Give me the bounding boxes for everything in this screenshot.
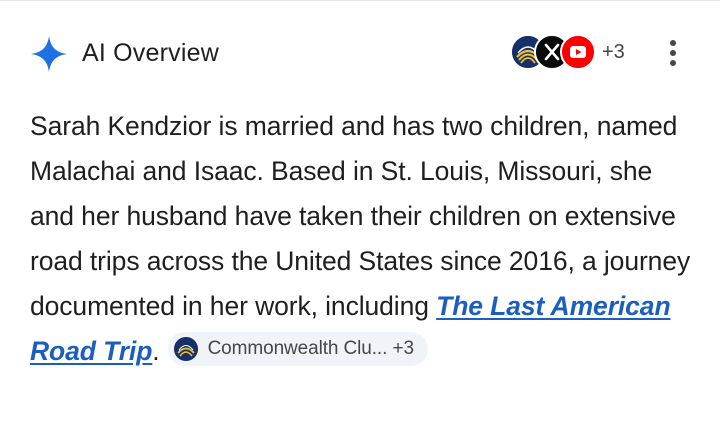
citation-count: +3 [392, 338, 414, 359]
ai-overview-answer: Sarah Kendzior is married and has two ch… [30, 104, 694, 374]
commonwealth-club-logo-icon [173, 337, 198, 361]
youtube-logo-icon[interactable] [560, 34, 596, 70]
ai-overview-header: AI Overview +3 [0, 0, 720, 100]
citation-chip[interactable]: Commonwealth Clu... +3 [167, 332, 428, 366]
answer-text-end: . [152, 336, 160, 366]
more-options-icon[interactable] [660, 36, 686, 70]
citation-label: Commonwealth Clu... [207, 338, 388, 359]
sparkle-icon [31, 36, 67, 72]
answer-text: Sarah Kendzior is married and has two ch… [30, 111, 691, 321]
source-favicons[interactable]: +3 [510, 34, 660, 70]
more-sources-count[interactable]: +3 [602, 39, 625, 65]
ai-overview-title: AI Overview [82, 39, 219, 67]
